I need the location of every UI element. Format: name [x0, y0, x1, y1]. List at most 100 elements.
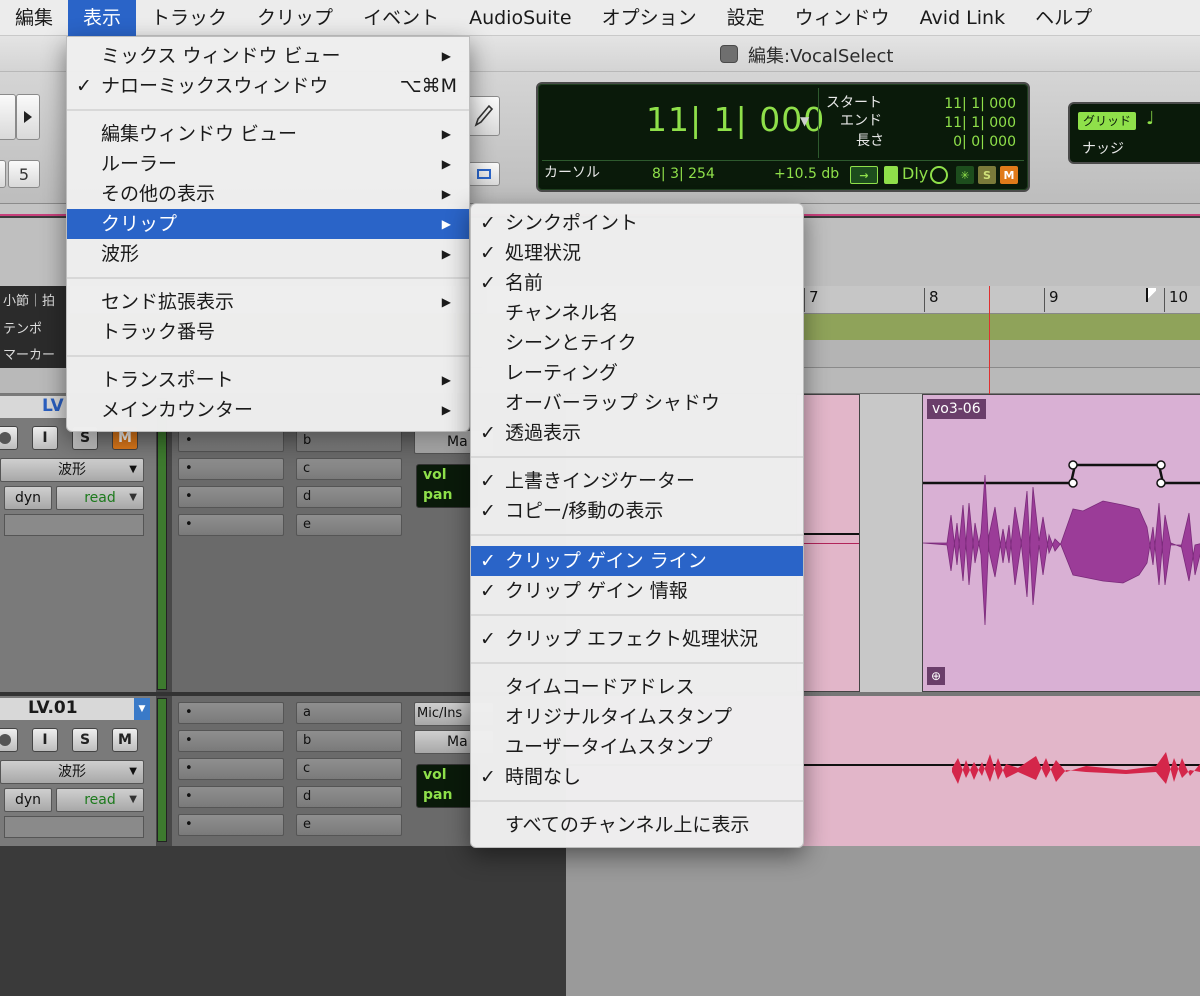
- insert-slot[interactable]: •: [178, 430, 284, 452]
- send-slot-d[interactable]: d: [296, 486, 402, 508]
- solo-indicator[interactable]: S: [978, 166, 996, 184]
- track-name[interactable]: LV: [42, 396, 64, 416]
- clip-menu-item-scene-take[interactable]: シーンとテイク: [471, 328, 803, 358]
- clip-menu-item-processing-state[interactable]: ✓ 処理状況: [471, 238, 803, 268]
- view-menu-item-narrow-mix[interactable]: ✓ ナローミックスウィンドウ ⌥⌘M: [67, 71, 469, 101]
- link-toggle-button[interactable]: [468, 162, 500, 186]
- clip-menu-item-timecode-address[interactable]: タイムコードアドレス: [471, 672, 803, 702]
- track-color-dropdown-icon[interactable]: ▼: [134, 698, 150, 720]
- menu-track[interactable]: トラック: [136, 0, 242, 36]
- midi-merge-icon[interactable]: →: [850, 166, 878, 184]
- gain-breakpoint[interactable]: [1156, 478, 1166, 488]
- dyn-button[interactable]: dyn: [4, 486, 52, 510]
- send-slot-b[interactable]: b: [296, 730, 402, 752]
- gain-breakpoint[interactable]: [1068, 460, 1078, 470]
- mute-button[interactable]: M: [112, 728, 138, 752]
- target-icon[interactable]: [930, 166, 948, 184]
- send-slot-e[interactable]: e: [296, 814, 402, 836]
- automation-mode-selector[interactable]: read ▼: [56, 486, 144, 510]
- clip-menu-item-copy-move-display[interactable]: ✓ コピー/移動の表示: [471, 496, 803, 526]
- automation-mode-selector[interactable]: read ▼: [56, 788, 144, 812]
- audio-clip-vo3-06[interactable]: vo3-06 ⊕: [922, 394, 1200, 692]
- menu-audiosuite[interactable]: AudioSuite: [454, 0, 587, 36]
- zoom-preset-5-button[interactable]: 5: [8, 160, 40, 188]
- clip-menu-item-clip-gain-info[interactable]: ✓ クリップ ゲイン 情報: [471, 576, 803, 606]
- solo-button[interactable]: S: [72, 728, 98, 752]
- menu-window[interactable]: ウィンドウ: [780, 0, 905, 36]
- audio-clip[interactable]: [796, 394, 860, 692]
- insert-slot[interactable]: •: [178, 730, 284, 752]
- insert-slot[interactable]: •: [178, 514, 284, 536]
- insert-slot[interactable]: •: [178, 486, 284, 508]
- tempo-ruler-label[interactable]: テンポ: [3, 318, 42, 337]
- vol-label[interactable]: vol: [417, 765, 477, 785]
- view-menu-item-main-counter[interactable]: メインカウンター ▶: [67, 395, 469, 425]
- clip-menu-item-sync-point[interactable]: ✓ シンクポイント: [471, 208, 803, 238]
- record-button[interactable]: [0, 728, 18, 752]
- start-value[interactable]: 11| 1| 000: [944, 96, 1016, 112]
- gain-breakpoint[interactable]: [1156, 460, 1166, 470]
- dly-label[interactable]: Dly: [902, 164, 928, 183]
- menu-avid-link[interactable]: Avid Link: [905, 0, 1020, 36]
- end-flag-icon[interactable]: [1146, 288, 1156, 302]
- clip-menu-item-channel-name[interactable]: チャンネル名: [471, 298, 803, 328]
- clip-menu-item-transparency[interactable]: ✓ 透過表示: [471, 418, 803, 448]
- send-slot-a[interactable]: a: [296, 702, 402, 724]
- view-menu-item-track-number[interactable]: トラック番号: [67, 317, 469, 347]
- view-menu-item-rulers[interactable]: ルーラー ▶: [67, 149, 469, 179]
- clip-menu-item-rating[interactable]: レーティング: [471, 358, 803, 388]
- track-comments-field[interactable]: [4, 514, 144, 536]
- pencil-tool-button[interactable]: [466, 96, 500, 136]
- clip-menu-item-original-timestamp[interactable]: オリジナルタイムスタンプ: [471, 702, 803, 732]
- pan-label[interactable]: pan: [417, 485, 477, 505]
- insert-slot[interactable]: •: [178, 814, 284, 836]
- clip-menu-item-overwrite-indicator[interactable]: ✓ 上書きインジケーター: [471, 466, 803, 496]
- marker-ruler-label[interactable]: マーカー: [3, 344, 55, 363]
- clip-menu-item-clip-gain-line[interactable]: ✓ クリップ ゲイン ライン: [471, 546, 803, 576]
- menu-edit[interactable]: 編集: [0, 0, 68, 36]
- send-slot-c[interactable]: c: [296, 758, 402, 780]
- zoom-preset-4-button[interactable]: [0, 160, 6, 188]
- send-slot-e[interactable]: e: [296, 514, 402, 536]
- edit-mode-button[interactable]: [0, 94, 16, 140]
- grid-label[interactable]: グリッド: [1078, 112, 1137, 130]
- menu-setup[interactable]: 設定: [712, 0, 780, 36]
- clip-menu-item-no-time[interactable]: ✓ 時間なし: [471, 762, 803, 792]
- clip-menu-item-overlap-shadow[interactable]: オーバーラップ シャドウ: [471, 388, 803, 418]
- insert-slot[interactable]: •: [178, 786, 284, 808]
- play-arrow-button[interactable]: [16, 94, 40, 140]
- clip-gain-line[interactable]: [797, 533, 859, 535]
- track-comments-field[interactable]: [4, 816, 144, 838]
- mute-indicator[interactable]: M: [1000, 166, 1018, 184]
- clip-menu-item-clip-effects-state[interactable]: ✓ クリップ エフェクト処理状況: [471, 624, 803, 654]
- clip-menu-item-show-on-all-channels[interactable]: すべてのチャンネル上に表示: [471, 810, 803, 840]
- clip-menu-item-user-timestamp[interactable]: ユーザータイムスタンプ: [471, 732, 803, 762]
- menu-options[interactable]: オプション: [587, 0, 712, 36]
- view-menu-item-expanded-sends[interactable]: センド拡張表示 ▶: [67, 287, 469, 317]
- main-counter-value[interactable]: 11| 1| 000: [646, 100, 825, 139]
- view-menu-item-waveform[interactable]: 波形 ▶: [67, 239, 469, 269]
- gain-breakpoint[interactable]: [1068, 478, 1078, 488]
- track-name[interactable]: LV.01: [28, 698, 78, 718]
- track-view-selector[interactable]: 波形 ▼: [0, 760, 144, 784]
- send-slot-d[interactable]: d: [296, 786, 402, 808]
- menu-help[interactable]: ヘルプ: [1020, 0, 1107, 36]
- input-monitor-button[interactable]: I: [32, 728, 58, 752]
- menu-clip[interactable]: クリップ: [242, 0, 348, 36]
- view-menu-item-other-displays[interactable]: その他の表示 ▶: [67, 179, 469, 209]
- view-menu-item-transport[interactable]: トランスポート ▶: [67, 365, 469, 395]
- vol-label[interactable]: vol: [417, 465, 477, 485]
- track-view-selector[interactable]: 波形 ▼: [0, 458, 144, 482]
- clip-menu-item-name[interactable]: ✓ 名前: [471, 268, 803, 298]
- nudge-label[interactable]: ナッジ: [1082, 138, 1124, 158]
- insert-slot[interactable]: •: [178, 702, 284, 724]
- counter-format-dropdown-icon[interactable]: ▼: [800, 114, 809, 128]
- view-menu-item-edit-window-view[interactable]: 編集ウィンドウ ビュー ▶: [67, 119, 469, 149]
- bars-beats-ruler-label[interactable]: 小節｜拍: [3, 290, 55, 309]
- insert-slot[interactable]: •: [178, 758, 284, 780]
- send-slot-c[interactable]: c: [296, 458, 402, 480]
- record-button[interactable]: [0, 426, 18, 450]
- sync-point-icon[interactable]: ⊕: [927, 667, 945, 685]
- menu-event[interactable]: イベント: [348, 0, 454, 36]
- length-value[interactable]: 0| 0| 000: [953, 134, 1016, 150]
